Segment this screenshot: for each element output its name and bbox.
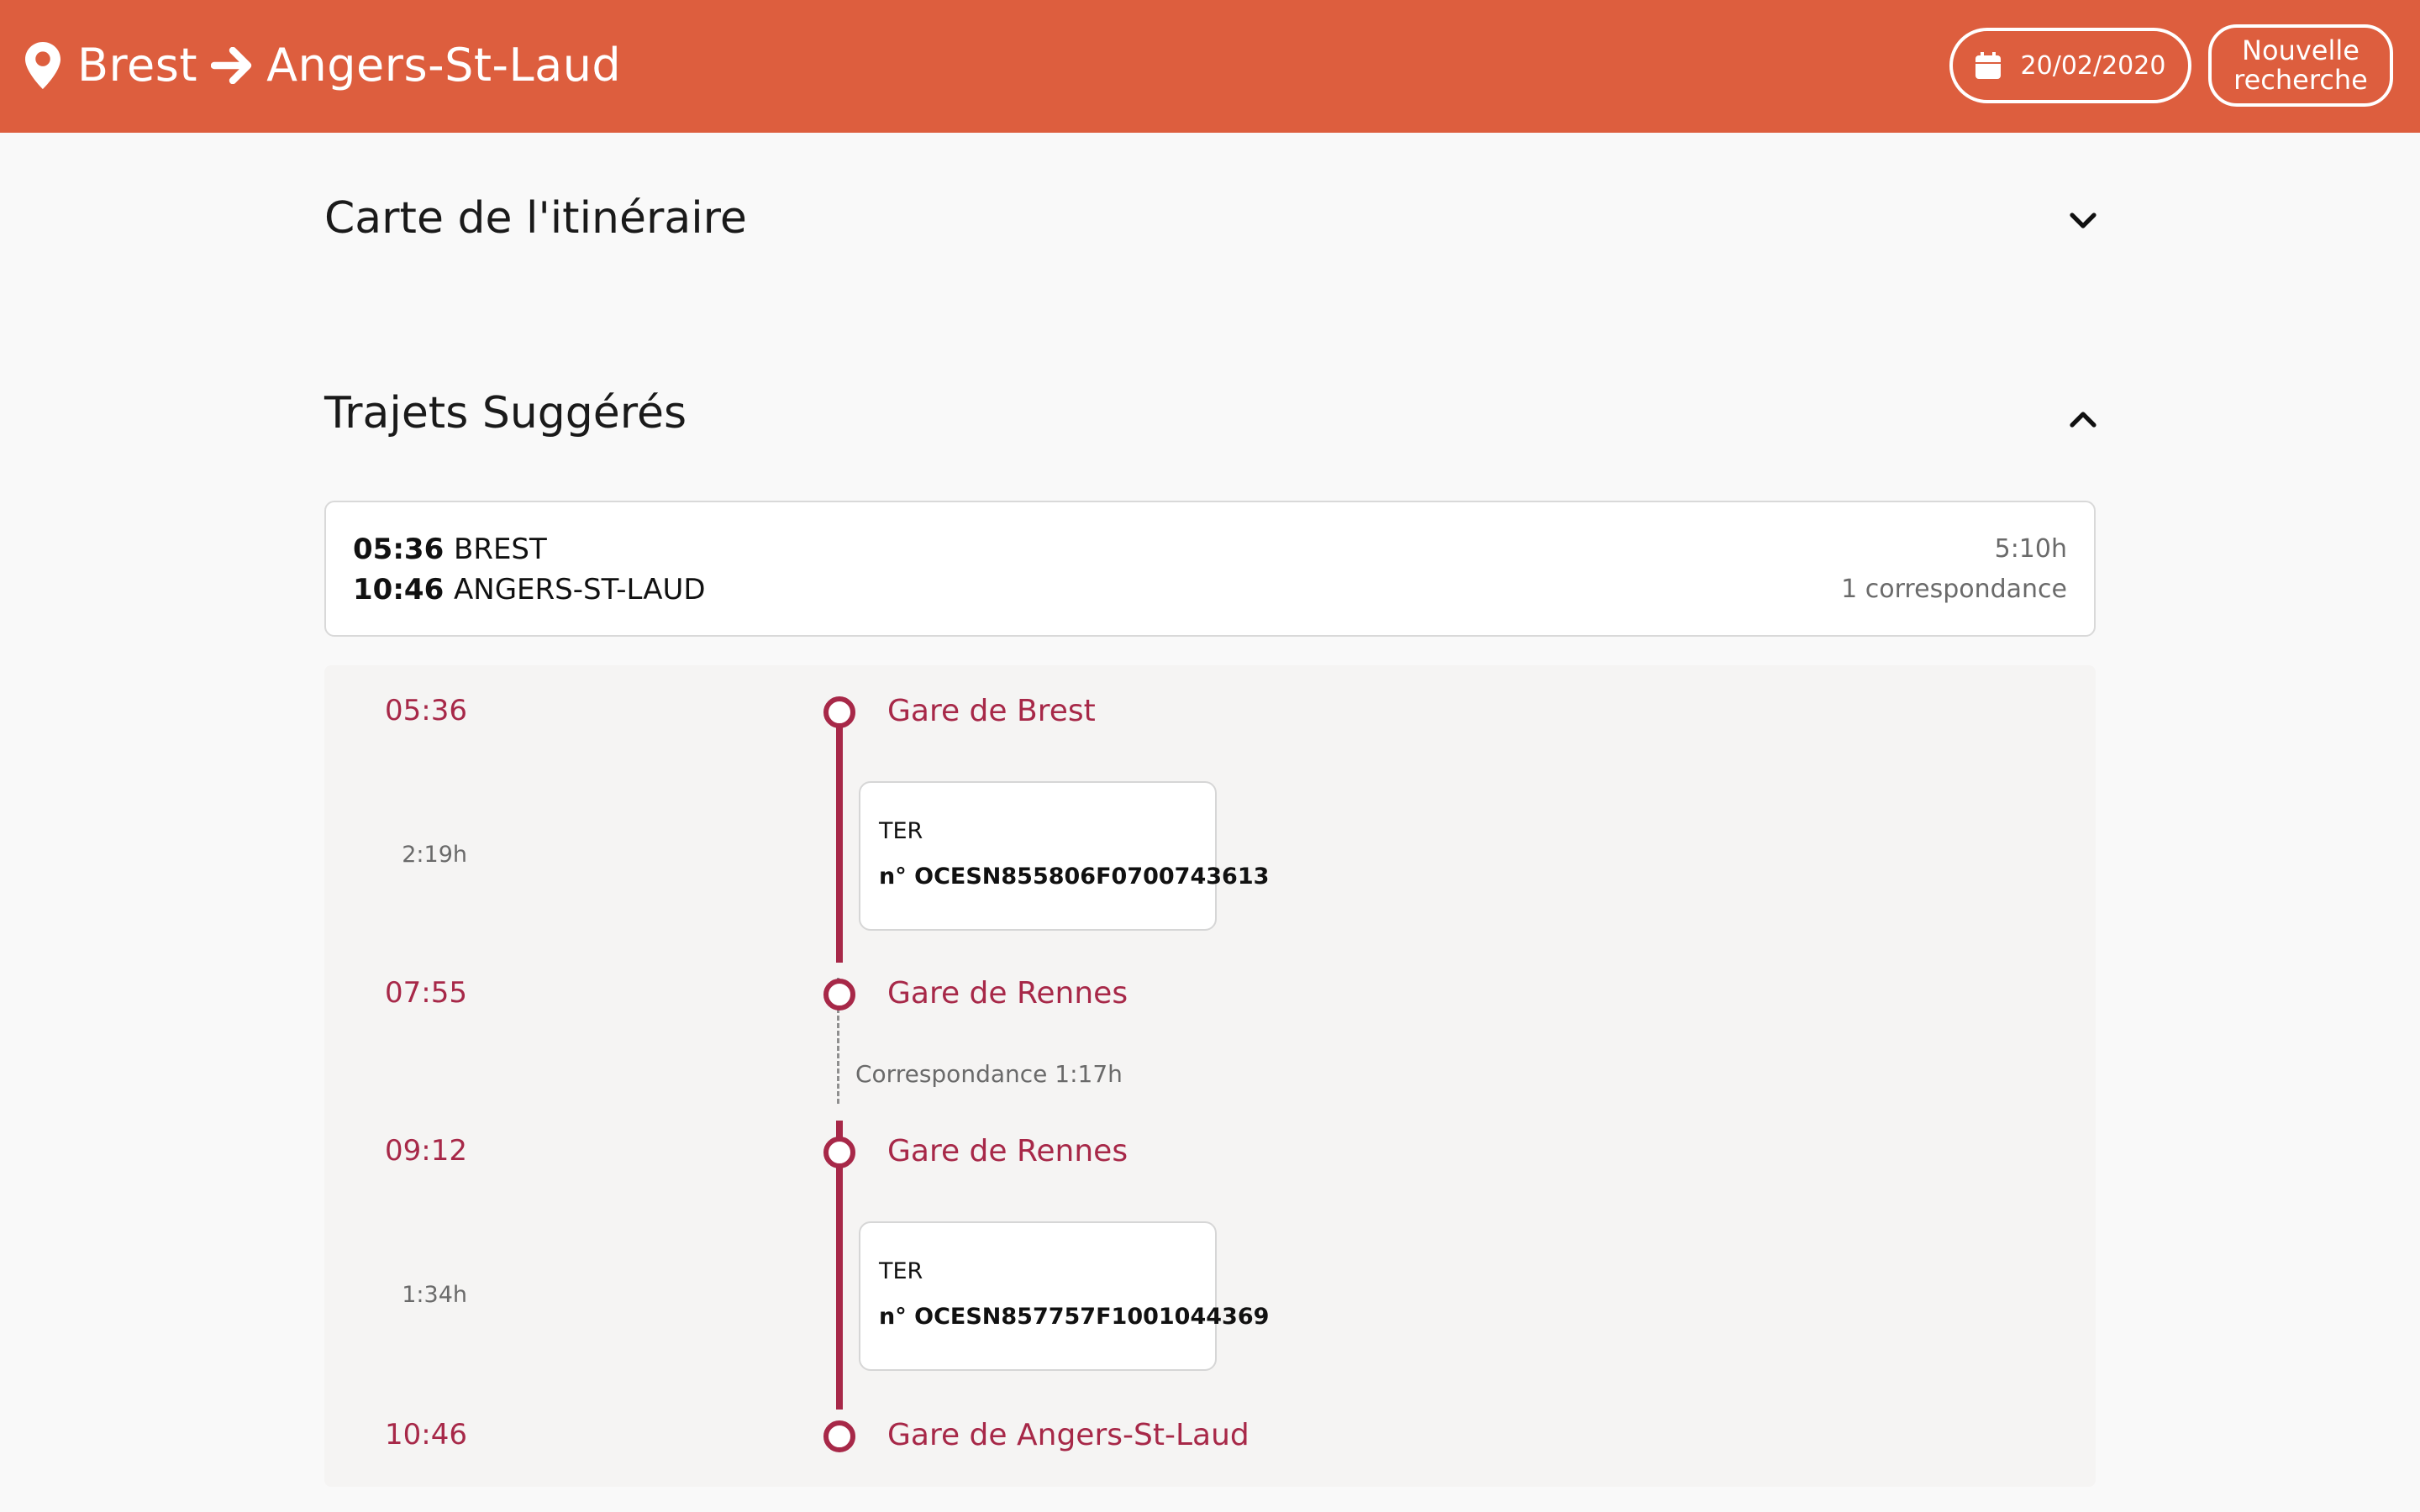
route-title: Brest Angers-St-Laud	[25, 32, 621, 99]
date-button[interactable]: 20/02/2020	[1949, 28, 2191, 103]
itinerary-details-panel: 05:36 Gare de Brest 2:19h TER n° OCESN85…	[324, 665, 2096, 1487]
timeline-segment	[836, 712, 843, 963]
stop-marker	[823, 1137, 855, 1168]
stop-time: 07:55	[385, 976, 467, 1010]
train-number: n° OCESN857757F1001044369	[879, 1304, 1270, 1330]
train-number: n° OCESN855806F0700743613	[879, 864, 1270, 890]
stop-time: 09:12	[385, 1134, 467, 1168]
summary-arrival-time: 10:46	[353, 573, 445, 606]
stop-station: Gare de Brest	[887, 694, 1096, 728]
stop-station: Gare de Angers-St-Laud	[887, 1418, 1249, 1452]
train-card[interactable]: TER n° OCESN855806F0700743613	[859, 781, 1269, 931]
stop-station: Gare de Rennes	[887, 976, 1128, 1011]
connection-label: Correspondance 1:17h	[855, 1060, 1123, 1088]
train-card[interactable]: TER n° OCESN857757F1001044369	[859, 1221, 1269, 1371]
new-search-label: Nouvelle recherche	[2233, 34, 2368, 96]
stop-marker	[823, 696, 855, 728]
summary-connections: 1 correspondance	[1841, 575, 2067, 604]
new-search-button[interactable]: Nouvelle recherche	[2208, 24, 2393, 107]
header-bar: Brest Angers-St-Laud 20/02/2020 Nouvelle…	[0, 0, 2420, 133]
calendar-icon	[1975, 52, 2001, 79]
stop-time: 05:36	[385, 694, 467, 727]
summary-arrival-station: ANGERS-ST-LAUD	[454, 573, 706, 606]
summary-departure-time: 05:36	[353, 533, 445, 566]
map-section-title[interactable]: Carte de l'itinéraire	[324, 193, 747, 244]
map-pin-icon	[25, 42, 60, 89]
chevron-up-icon[interactable]	[2069, 410, 2097, 428]
stop-time: 10:46	[385, 1418, 467, 1452]
route-summary-card[interactable]: 05:36 BREST 10:46 ANGERS-ST-LAUD 5:10h 1…	[324, 501, 2096, 637]
summary-departure-station: BREST	[454, 533, 547, 566]
stop-marker	[823, 1420, 855, 1452]
train-type: TER	[879, 1258, 923, 1284]
route-origin: Brest	[77, 39, 198, 92]
routes-section-title[interactable]: Trajets Suggérés	[324, 388, 687, 438]
stop-station: Gare de Rennes	[887, 1134, 1128, 1168]
route-destination: Angers-St-Laud	[266, 39, 622, 92]
leg-duration: 1:34h	[402, 1282, 467, 1308]
chevron-down-icon[interactable]	[2069, 212, 2097, 230]
leg-duration: 2:19h	[402, 842, 467, 868]
summary-duration: 5:10h	[1994, 534, 2067, 564]
train-type: TER	[879, 818, 923, 844]
date-value: 20/02/2020	[2020, 50, 2166, 81]
arrow-right-icon	[211, 47, 252, 84]
stop-marker	[823, 979, 855, 1011]
